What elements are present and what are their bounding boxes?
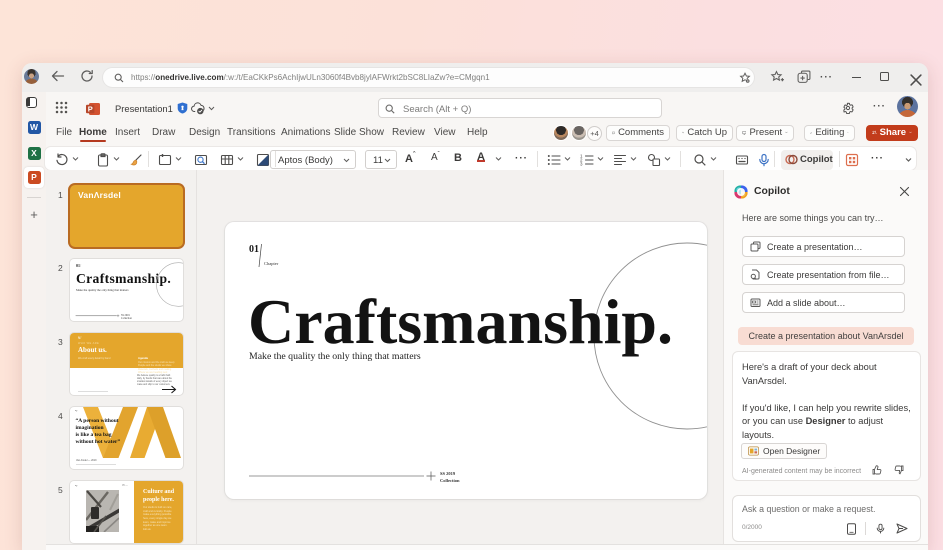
svg-text:3: 3	[580, 161, 583, 166]
svg-text:P: P	[88, 105, 93, 114]
